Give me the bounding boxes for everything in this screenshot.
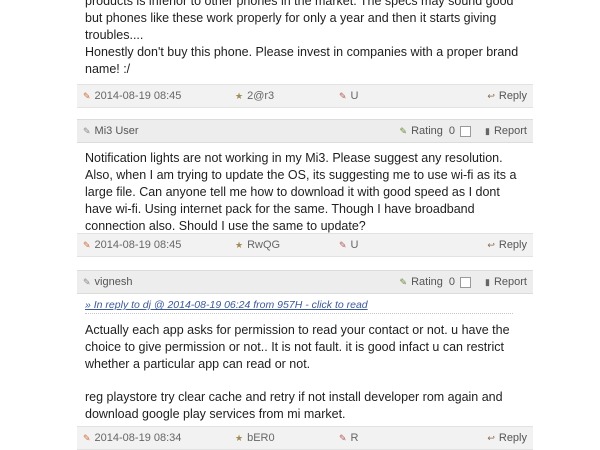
calendar-icon: ✎ bbox=[83, 90, 91, 101]
reply-label: Reply bbox=[498, 239, 527, 251]
comment-paragraph: Notification lights are not working in m… bbox=[85, 151, 517, 233]
comment-paragraph: Actually each app asks for permission to… bbox=[85, 323, 510, 371]
user-id-icon: ★ bbox=[235, 432, 244, 443]
reply-button[interactable]: ↩ Reply bbox=[487, 90, 527, 102]
report-button[interactable]: ▮ Report bbox=[485, 276, 527, 288]
rating-icon: ✎ bbox=[399, 276, 408, 287]
rating-label: Rating bbox=[411, 125, 443, 137]
comment-uid: bER0 bbox=[247, 432, 275, 444]
location-icon: ✎ bbox=[339, 432, 347, 443]
rating-value: 0 bbox=[448, 125, 456, 137]
user-id-icon: ★ bbox=[235, 90, 244, 101]
calendar-icon: ✎ bbox=[83, 239, 91, 250]
in-reply-link[interactable]: » In reply to dj @ 2014-08-19 06:24 from… bbox=[77, 299, 376, 311]
comment: products is inferior to other phones in … bbox=[77, 0, 533, 78]
rating-control: ✎ Rating 0 bbox=[399, 125, 472, 137]
rating-value: 0 bbox=[448, 276, 456, 288]
person-icon: ✎ bbox=[83, 276, 91, 287]
reply-label: Reply bbox=[498, 432, 527, 444]
reply-button[interactable]: ↩ Reply bbox=[487, 432, 527, 444]
comment-body: products is inferior to other phones in … bbox=[77, 0, 533, 78]
person-icon: ✎ bbox=[83, 125, 91, 136]
comment-uid: 2@r3 bbox=[247, 90, 275, 102]
divider bbox=[85, 313, 513, 314]
comment-footer: ✎ 2014-08-19 08:45 ★ 2@r3 ✎ U ↩ Reply bbox=[77, 84, 533, 108]
comment-date: 2014-08-19 08:34 bbox=[94, 432, 182, 444]
reply-icon: ↩ bbox=[487, 239, 495, 250]
report-icon: ▮ bbox=[485, 125, 490, 136]
report-icon: ▮ bbox=[485, 276, 490, 287]
comment-footer: ✎ 2014-08-19 08:45 ★ RwQG ✎ U ↩ Reply bbox=[77, 233, 533, 257]
reply-icon: ↩ bbox=[487, 432, 495, 443]
reply-icon: ↩ bbox=[487, 90, 495, 101]
user-id-icon: ★ bbox=[235, 239, 244, 250]
comment-author: vignesh bbox=[94, 276, 133, 288]
comment-paragraph: Honestly don't buy this phone. Please in… bbox=[85, 45, 519, 76]
comment-ip: U bbox=[350, 239, 359, 251]
rating-label: Rating bbox=[411, 276, 443, 288]
comment-paragraph: reg playstore try clear cache and retry … bbox=[85, 390, 503, 421]
comment-date: 2014-08-19 08:45 bbox=[94, 90, 182, 102]
report-label: Report bbox=[493, 125, 527, 137]
comment-footer: ✎ 2014-08-19 08:34 ★ bER0 ✎ R ↩ Reply bbox=[77, 426, 533, 450]
comment-header: ✎ Mi3 User ✎ Rating 0 ▮ Report bbox=[77, 119, 533, 143]
report-label: Report bbox=[493, 276, 527, 288]
comment-ip: U bbox=[350, 90, 359, 102]
comment-paragraph: products is inferior to other phones in … bbox=[85, 0, 514, 42]
reply-label: Reply bbox=[498, 90, 527, 102]
calendar-icon: ✎ bbox=[83, 432, 91, 443]
location-icon: ✎ bbox=[339, 239, 347, 250]
comment-header: ✎ vignesh ✎ Rating 0 ▮ Report bbox=[77, 270, 533, 294]
rating-control: ✎ Rating 0 bbox=[399, 276, 472, 288]
comment-uid: RwQG bbox=[247, 239, 281, 251]
comment-body: Notification lights are not working in m… bbox=[77, 150, 533, 235]
report-button[interactable]: ▮ Report bbox=[485, 125, 527, 137]
comment-body: Actually each app asks for permission to… bbox=[77, 322, 533, 373]
reply-button[interactable]: ↩ Reply bbox=[487, 239, 527, 251]
comment-ip: R bbox=[350, 432, 359, 444]
location-icon: ✎ bbox=[339, 90, 347, 101]
rating-checkbox[interactable] bbox=[460, 125, 472, 137]
comment-body: reg playstore try clear cache and retry … bbox=[77, 389, 533, 423]
rating-checkbox[interactable] bbox=[460, 276, 472, 288]
comment-author: Mi3 User bbox=[94, 125, 139, 137]
comment-date: 2014-08-19 08:45 bbox=[94, 239, 182, 251]
rating-icon: ✎ bbox=[399, 125, 408, 136]
